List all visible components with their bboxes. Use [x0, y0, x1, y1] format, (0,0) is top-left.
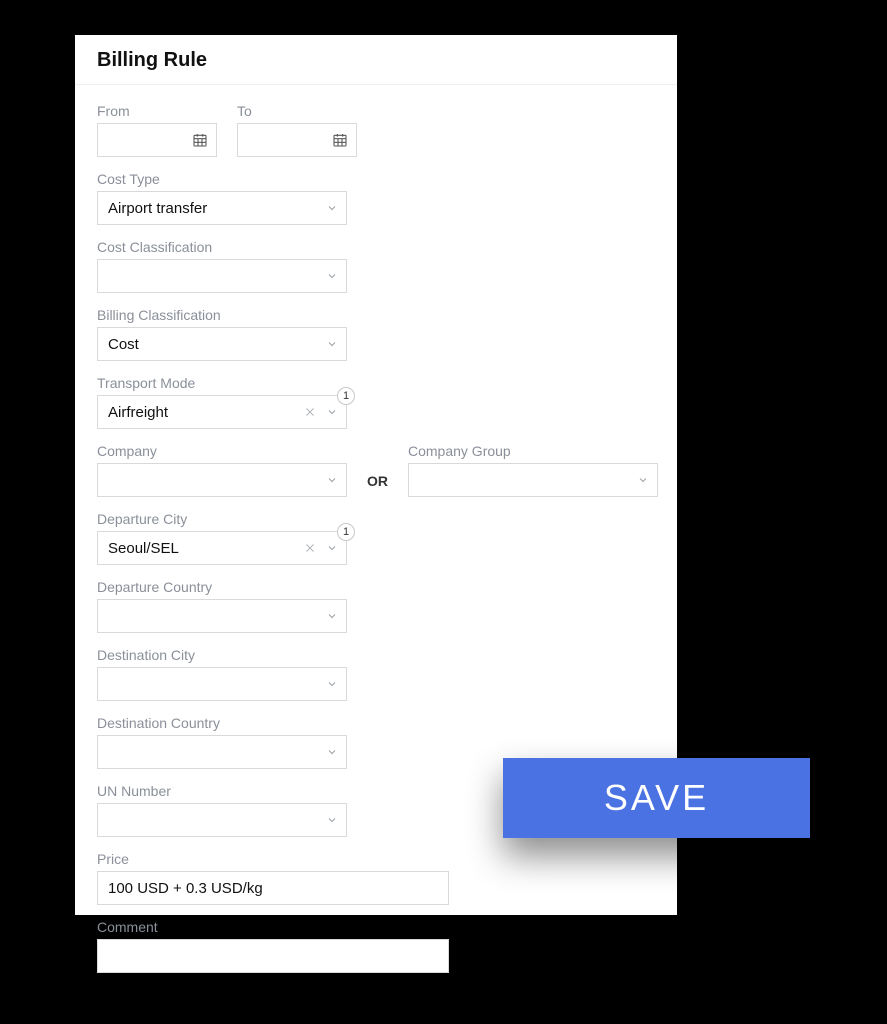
company-select[interactable] — [97, 463, 347, 497]
chevron-down-icon — [326, 270, 338, 282]
transport-mode-field: Transport Mode Airfreight 1 — [97, 375, 347, 429]
panel-title: Billing Rule — [97, 49, 655, 72]
billing-classification-value: Cost — [108, 336, 139, 353]
chevron-down-icon — [326, 746, 338, 758]
chevron-down-icon — [326, 542, 338, 554]
destination-country-select[interactable] — [97, 735, 347, 769]
company-field: Company — [97, 443, 347, 497]
clear-icon[interactable] — [304, 542, 316, 554]
chevron-down-icon — [637, 474, 649, 486]
company-label: Company — [97, 443, 347, 459]
price-text[interactable] — [108, 872, 438, 904]
departure-city-select[interactable]: Seoul/SEL 1 — [97, 531, 347, 565]
company-group-label: Company Group — [408, 443, 658, 459]
cost-classification-label: Cost Classification — [97, 239, 347, 255]
cost-type-field: Cost Type Airport transfer — [97, 171, 347, 225]
comment-label: Comment — [97, 919, 449, 935]
destination-country-label: Destination Country — [97, 715, 347, 731]
billing-classification-field: Billing Classification Cost — [97, 307, 347, 361]
cost-type-label: Cost Type — [97, 171, 347, 187]
calendar-icon[interactable] — [192, 132, 208, 148]
transport-mode-select[interactable]: Airfreight 1 — [97, 395, 347, 429]
company-group-field: Company Group — [408, 443, 658, 497]
departure-country-label: Departure Country — [97, 579, 347, 595]
cost-classification-select[interactable] — [97, 259, 347, 293]
billing-classification-label: Billing Classification — [97, 307, 347, 323]
destination-city-select[interactable] — [97, 667, 347, 701]
cost-type-select[interactable]: Airport transfer — [97, 191, 347, 225]
chevron-down-icon — [326, 474, 338, 486]
price-field: Price — [97, 851, 449, 905]
destination-country-field: Destination Country — [97, 715, 347, 769]
cost-type-value: Airport transfer — [108, 200, 207, 217]
departure-city-value: Seoul/SEL — [108, 540, 179, 557]
departure-city-field: Departure City Seoul/SEL 1 — [97, 511, 347, 565]
calendar-icon[interactable] — [332, 132, 348, 148]
count-badge: 1 — [337, 523, 355, 541]
from-input[interactable] — [97, 123, 217, 157]
panel-body: From To — [75, 85, 677, 1009]
comment-field: Comment — [97, 919, 449, 973]
price-label: Price — [97, 851, 449, 867]
from-field: From — [97, 103, 217, 157]
price-input[interactable] — [97, 871, 449, 905]
or-separator: OR — [367, 473, 388, 497]
chevron-down-icon — [326, 814, 338, 826]
count-badge: 1 — [337, 387, 355, 405]
chevron-down-icon — [326, 202, 338, 214]
transport-mode-value: Airfreight — [108, 404, 168, 421]
destination-city-label: Destination City — [97, 647, 347, 663]
chevron-down-icon — [326, 338, 338, 350]
departure-city-label: Departure City — [97, 511, 347, 527]
departure-country-select[interactable] — [97, 599, 347, 633]
cost-classification-field: Cost Classification — [97, 239, 347, 293]
transport-mode-label: Transport Mode — [97, 375, 347, 391]
un-number-select[interactable] — [97, 803, 347, 837]
to-input[interactable] — [237, 123, 357, 157]
save-button-label: SAVE — [604, 777, 709, 819]
billing-classification-select[interactable]: Cost — [97, 327, 347, 361]
chevron-down-icon — [326, 610, 338, 622]
un-number-label: UN Number — [97, 783, 347, 799]
to-label: To — [237, 103, 357, 119]
chevron-down-icon — [326, 406, 338, 418]
clear-icon[interactable] — [304, 406, 316, 418]
departure-country-field: Departure Country — [97, 579, 347, 633]
comment-input[interactable] — [97, 939, 449, 973]
comment-text[interactable] — [108, 940, 438, 972]
destination-city-field: Destination City — [97, 647, 347, 701]
company-group-select[interactable] — [408, 463, 658, 497]
from-label: From — [97, 103, 217, 119]
to-field: To — [237, 103, 357, 157]
panel-header: Billing Rule — [75, 35, 677, 85]
save-button[interactable]: SAVE — [503, 758, 810, 838]
chevron-down-icon — [326, 678, 338, 690]
un-number-field: UN Number — [97, 783, 347, 837]
